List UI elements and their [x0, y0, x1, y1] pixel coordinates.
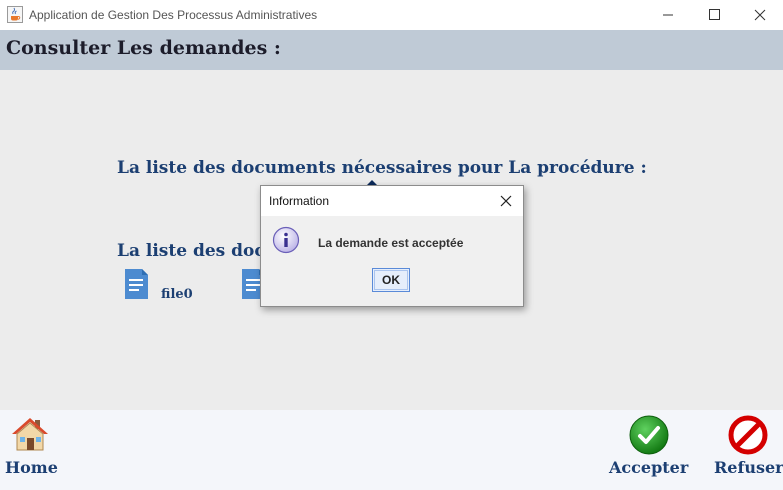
minimize-icon[interactable]	[645, 0, 691, 30]
close-icon[interactable]	[737, 0, 783, 30]
accept-button[interactable]: Accepter	[609, 458, 688, 477]
ok-button[interactable]: OK	[372, 268, 410, 292]
information-dialog: Information La demande est acceptée OK	[260, 185, 524, 307]
close-icon[interactable]	[497, 192, 515, 210]
maximize-icon[interactable]	[691, 0, 737, 30]
java-cup-icon	[7, 6, 23, 23]
refuse-icon[interactable]	[727, 414, 769, 456]
window-title: Application de Gestion Des Processus Adm…	[29, 8, 318, 22]
required-documents-heading: La liste des documents nécessaires pour …	[117, 158, 647, 178]
home-icon[interactable]	[10, 416, 50, 452]
uploaded-documents-heading: La liste des documents	[117, 241, 260, 261]
refuse-button[interactable]: Refuser	[714, 458, 783, 477]
dialog-message: La demande est acceptée	[318, 236, 464, 250]
document-icon[interactable]	[124, 268, 149, 300]
dialog-title: Information	[269, 194, 330, 208]
file-name[interactable]: file0	[161, 287, 193, 302]
home-button[interactable]: Home	[5, 458, 58, 477]
accept-icon[interactable]	[628, 414, 670, 456]
info-icon	[272, 226, 300, 254]
page-title: Consulter Les demandes :	[6, 37, 281, 59]
